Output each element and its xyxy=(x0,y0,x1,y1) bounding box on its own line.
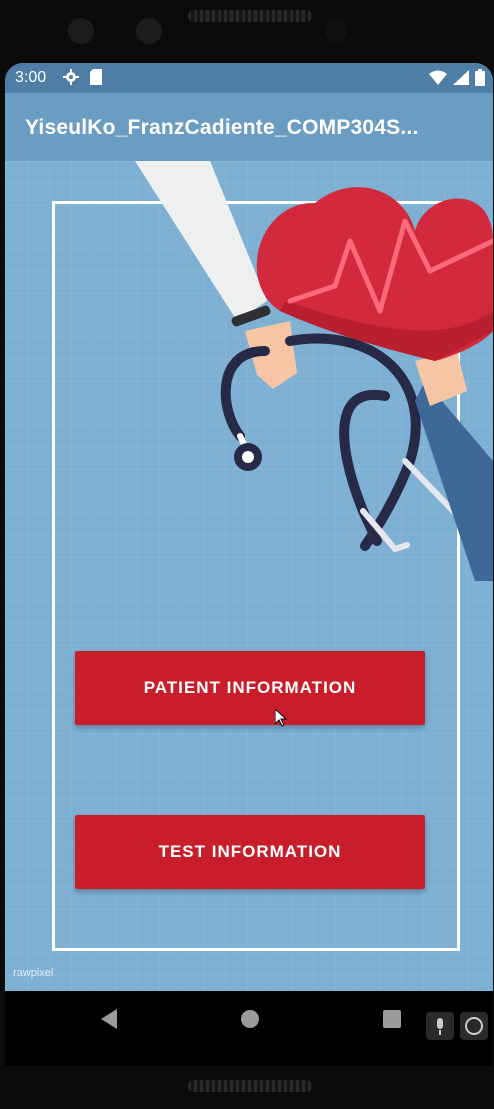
main-content: PATIENT INFORMATION TEST INFORMATION raw… xyxy=(5,161,493,991)
screen: 3:00 YiseulKo_FranzCadiente_COMP304S... … xyxy=(5,63,493,1066)
bottom-speaker xyxy=(188,1080,312,1092)
home-icon[interactable] xyxy=(241,1010,259,1028)
test-information-button[interactable]: TEST INFORMATION xyxy=(75,815,425,889)
patient-information-button[interactable]: PATIENT INFORMATION xyxy=(75,651,425,725)
app-bar: YiseulKo_FranzCadiente_COMP304S... xyxy=(5,93,493,161)
front-camera xyxy=(136,18,162,44)
back-icon[interactable] xyxy=(99,1009,119,1034)
doctor-heart-illustration xyxy=(135,161,493,581)
stethoscope-tube-right xyxy=(285,333,421,551)
battery-icon xyxy=(475,69,485,91)
sd-card-icon xyxy=(89,69,103,90)
signal-icon xyxy=(453,70,469,90)
app-title: YiseulKo_FranzCadiente_COMP304S... xyxy=(25,116,419,139)
watermark: rawpixel xyxy=(13,967,54,979)
assistant-icon[interactable] xyxy=(460,1012,488,1040)
microphone-icon[interactable] xyxy=(426,1012,454,1040)
recent-apps-icon[interactable] xyxy=(383,1010,401,1028)
front-sensor xyxy=(68,18,94,44)
earpiece-speaker xyxy=(188,10,312,22)
phone-frame: 3:00 YiseulKo_FranzCadiente_COMP304S... … xyxy=(0,0,494,1109)
gear-icon xyxy=(63,69,79,90)
navigation-bar xyxy=(5,991,493,1066)
wifi-icon xyxy=(429,70,447,90)
doctor-sleeve xyxy=(135,161,267,321)
status-time: 3:00 xyxy=(15,69,47,86)
proximity-sensor xyxy=(325,20,347,42)
mouse-cursor-icon xyxy=(275,709,287,727)
status-bar: 3:00 xyxy=(5,63,493,93)
